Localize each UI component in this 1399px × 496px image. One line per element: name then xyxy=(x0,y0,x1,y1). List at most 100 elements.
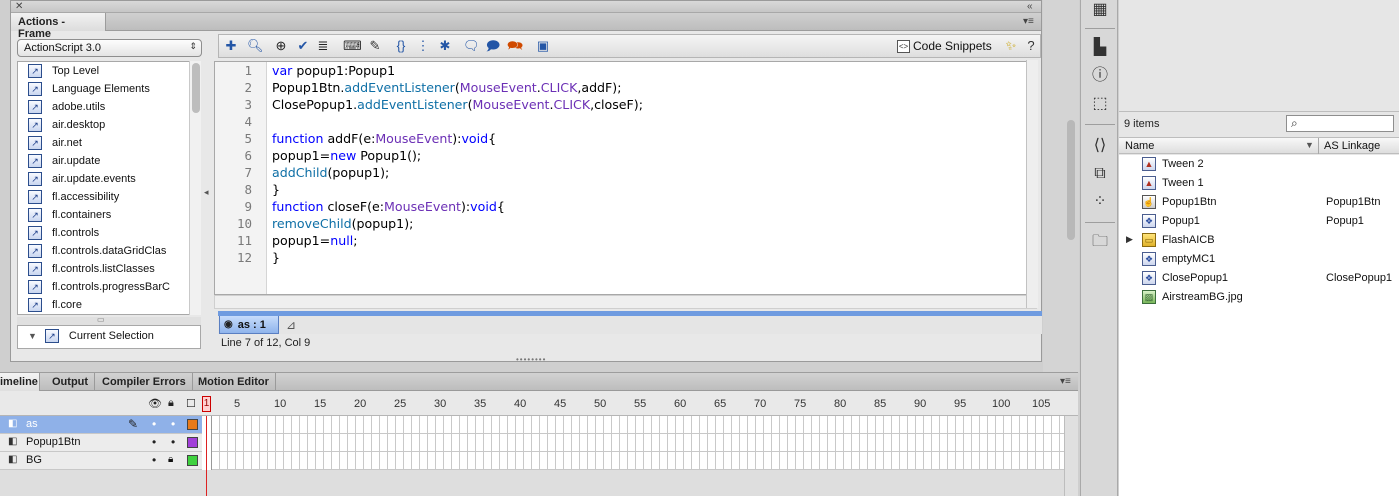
layer-row-popup1btn[interactable]: ◧ Popup1Btn • • xyxy=(0,434,212,452)
pin-script-icon[interactable]: ⊿ xyxy=(286,318,296,332)
remove-comment-icon[interactable]: 🗪︎ xyxy=(507,38,523,54)
frame-column-1[interactable] xyxy=(202,416,212,470)
library-icon[interactable]: 🗀︎ xyxy=(1090,232,1110,252)
magic-wand-icon[interactable]: ✨︎ xyxy=(1003,38,1019,54)
editor-horizontal-scrollbar[interactable] xyxy=(214,295,1037,309)
panel-resize-grip[interactable]: •••••••• xyxy=(516,355,546,364)
script-editor[interactable]: 1 2 3 4 5 6 7 8 9 10 11 12 var popup1:Po… xyxy=(214,61,1037,295)
tab-actions-frame[interactable]: Actions - Frame xyxy=(11,13,106,40)
tree-item[interactable]: ↗ air.net xyxy=(18,134,200,152)
stage-vertical-scrollbar[interactable] xyxy=(1064,0,1078,372)
row-divider xyxy=(212,433,1064,434)
timeline-vertical-scrollbar[interactable] xyxy=(1064,416,1078,496)
expand-triangle-icon[interactable]: ▼ xyxy=(28,331,37,341)
library-item[interactable]: ☝ Popup1Btn Popup1Btn xyxy=(1119,193,1399,212)
code-snippets-button[interactable]: <> Code Snippets xyxy=(897,39,992,53)
playhead[interactable]: 1 xyxy=(202,396,211,412)
tab-compiler-errors[interactable]: Compiler Errors xyxy=(96,373,193,391)
tree-item[interactable]: ↗ fl.controls.listClasses xyxy=(18,260,200,278)
find-icon[interactable]: 🔍︎ xyxy=(247,38,264,54)
library-item[interactable]: ▨ AirstreamBG.jpg xyxy=(1119,288,1399,307)
color-swatches-icon[interactable]: ▦ xyxy=(1090,0,1110,20)
close-panel-icon[interactable]: ✕ xyxy=(15,2,23,12)
script-tab-as1[interactable]: ◉ as : 1 xyxy=(219,316,279,334)
outline-icon[interactable]: ☐ xyxy=(186,397,196,410)
actionscript-version-select[interactable]: ActionScript 3.0 ⇕ xyxy=(17,39,202,57)
info-icon[interactable]: ⓘ xyxy=(1090,66,1110,86)
collapse-selection-icon[interactable]: ⋮ xyxy=(415,38,431,54)
tab-output[interactable]: Output xyxy=(46,373,96,391)
auto-format-icon[interactable]: ≣ xyxy=(315,38,331,54)
tree-item[interactable]: ↗ Top Level xyxy=(18,62,200,80)
layer-row-as[interactable]: ◧ as ✎ • • xyxy=(0,416,212,434)
column-as-linkage-header[interactable]: AS Linkage xyxy=(1324,140,1380,152)
layer-color-swatch[interactable] xyxy=(187,455,198,466)
lock-icon[interactable]: 🔒︎ xyxy=(168,454,173,465)
show-code-hint-icon[interactable]: ⌨ xyxy=(343,38,362,54)
tree-item[interactable]: ↗ fl.controls.progressBarC xyxy=(18,278,200,296)
panel-menu-icon[interactable]: ▾≡ xyxy=(1023,17,1034,27)
debug-options-icon[interactable]: ✎ xyxy=(367,38,383,54)
tree-item[interactable]: ↗ adobe.utils xyxy=(18,98,200,116)
lock-icon[interactable]: 🔒︎ xyxy=(168,397,174,410)
frame-number: 20 xyxy=(354,398,367,410)
tree-item[interactable]: ↗ air.update xyxy=(18,152,200,170)
package-link-icon: ↗ xyxy=(28,226,42,240)
tree-item[interactable]: ↗ fl.controls.dataGridClas xyxy=(18,242,200,260)
eye-icon[interactable]: 👁︎ xyxy=(148,397,162,410)
current-selection-item[interactable]: ▼ ↗ Current Selection xyxy=(18,326,200,346)
library-item[interactable]: ❖ emptyMC1 xyxy=(1119,250,1399,269)
timeline-menu-icon[interactable]: ▾≡ xyxy=(1060,376,1071,387)
library-item[interactable]: ▲ Tween 2 xyxy=(1119,155,1399,174)
library-folder[interactable]: ▶ ▭ FlashAICB xyxy=(1119,231,1399,250)
motion-presets-icon[interactable]: ⁘ xyxy=(1090,192,1110,212)
add-statement-icon[interactable]: ✚ xyxy=(223,38,239,54)
lock-dot[interactable]: • xyxy=(171,435,175,449)
tree-item[interactable]: ↗ air.update.events xyxy=(18,170,200,188)
lock-dot[interactable]: • xyxy=(171,417,175,431)
tree-scroll-thumb[interactable] xyxy=(192,63,200,113)
target-path-icon[interactable]: ⊕ xyxy=(273,38,289,54)
tab-motion-editor[interactable]: Motion Editor xyxy=(192,373,276,391)
library-search-input[interactable]: ⌕ xyxy=(1286,115,1394,132)
components-icon[interactable]: ⧉ xyxy=(1090,164,1110,184)
frame-grid[interactable] xyxy=(212,416,1064,470)
visibility-dot[interactable]: • xyxy=(152,417,156,431)
tree-splitter[interactable]: ▭ xyxy=(17,315,201,325)
transform-icon[interactable]: ⬚ xyxy=(1090,94,1110,114)
expand-all-icon[interactable]: ✱ xyxy=(437,38,453,54)
column-divider[interactable] xyxy=(1318,138,1319,154)
visibility-dot[interactable]: • xyxy=(152,435,156,449)
check-syntax-icon[interactable]: ✔ xyxy=(295,38,311,54)
library-item[interactable]: ❖ ClosePopup1 ClosePopup1 xyxy=(1119,269,1399,288)
tree-item[interactable]: ↗ fl.containers xyxy=(18,206,200,224)
library-item[interactable]: ▲ Tween 1 xyxy=(1119,174,1399,193)
expand-folder-icon[interactable]: ▶ xyxy=(1126,234,1133,245)
stage-scroll-thumb[interactable] xyxy=(1067,120,1075,240)
editor-vertical-scrollbar[interactable] xyxy=(1026,60,1038,308)
layer-color-swatch[interactable] xyxy=(187,419,198,430)
tree-item[interactable]: ↗ Language Elements xyxy=(18,80,200,98)
apply-line-comment-icon[interactable]: 🗩︎ xyxy=(485,38,501,54)
column-name-header[interactable]: Name xyxy=(1125,140,1154,152)
sort-arrow-icon[interactable]: ▼ xyxy=(1305,140,1314,150)
tree-item-label: fl.controls.listClasses xyxy=(52,263,155,275)
layer-color-swatch[interactable] xyxy=(187,437,198,448)
actions-icon[interactable]: ⟨⟩ xyxy=(1090,136,1110,156)
show-hide-toolbox-icon[interactable]: ▣ xyxy=(535,38,551,54)
collapse-between-braces-icon[interactable]: {} xyxy=(393,38,409,54)
tab-timeline[interactable]: imeline xyxy=(0,373,40,391)
help-icon[interactable]: ? xyxy=(1023,38,1039,54)
tree-item[interactable]: ↗ fl.core xyxy=(18,296,200,314)
tree-item[interactable]: ↗ air.desktop xyxy=(18,116,200,134)
apply-block-comment-icon[interactable]: 🗨︎ xyxy=(463,38,480,54)
tree-item[interactable]: ↗ fl.controls xyxy=(18,224,200,242)
visibility-dot[interactable]: • xyxy=(152,453,156,467)
tree-item[interactable]: ↗ fl.accessibility xyxy=(18,188,200,206)
align-icon[interactable]: ▙ xyxy=(1090,38,1110,58)
library-item[interactable]: ❖ Popup1 Popup1 xyxy=(1119,212,1399,231)
left-pane-collapse-handle[interactable]: ◂ xyxy=(204,37,212,351)
tree-scrollbar[interactable] xyxy=(189,61,201,315)
layer-row-bg[interactable]: ◧ BG • 🔒︎ xyxy=(0,452,212,470)
collapse-panel-icon[interactable]: « xyxy=(1027,2,1033,12)
